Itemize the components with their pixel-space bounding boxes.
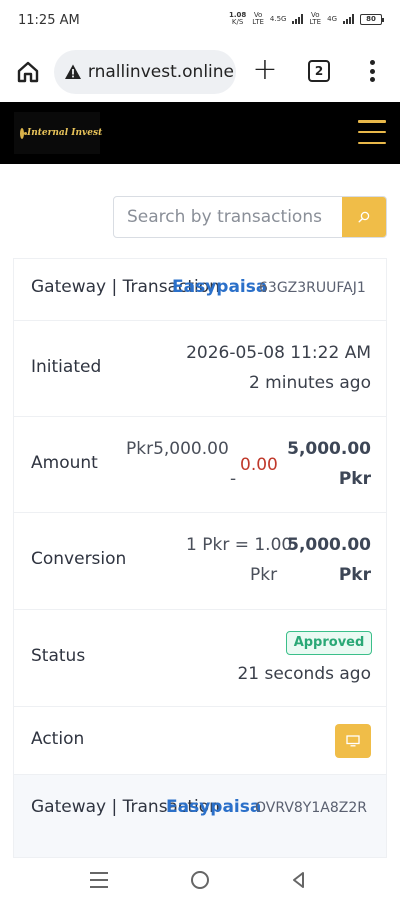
home-icon bbox=[17, 61, 39, 83]
table-row-gateway: Gateway | Transaction Easypaisa OVRV8Y1A… bbox=[14, 775, 386, 857]
signal-icon-2 bbox=[343, 14, 354, 24]
site-header: Internal Invest bbox=[0, 102, 400, 164]
conversion-final-value: 5,000.00 bbox=[287, 535, 371, 555]
status-badge: Approved bbox=[286, 631, 372, 655]
conversion-label: Conversion bbox=[31, 549, 127, 569]
search-button[interactable] bbox=[342, 197, 386, 237]
initiated-datetime: 2026-05-08 11:22 AM bbox=[186, 343, 371, 363]
table-row-amount: Amount Pkr5,000.00 0.00 - 5,000.00 Pkr bbox=[14, 417, 386, 513]
system-nav-bar bbox=[0, 858, 400, 902]
browser-menu-button[interactable] bbox=[362, 58, 382, 84]
menu-dot bbox=[369, 77, 375, 82]
search-input[interactable] bbox=[114, 197, 343, 237]
recent-apps-button[interactable] bbox=[90, 872, 108, 888]
action-label: Action bbox=[31, 729, 85, 749]
menu-dot bbox=[369, 60, 375, 65]
status-relative: 21 seconds ago bbox=[237, 664, 371, 684]
gateway-name: Easypaisa bbox=[166, 797, 262, 817]
view-details-button[interactable] bbox=[335, 724, 371, 758]
address-bar[interactable]: internallinvest.online bbox=[54, 50, 236, 94]
transaction-id: OVRV8Y1A8Z2R bbox=[255, 800, 367, 816]
warning-icon[interactable] bbox=[64, 63, 82, 81]
sim2-net: 4G bbox=[327, 14, 337, 23]
gateway-name: Easypaisa bbox=[172, 277, 268, 297]
transaction-id: 63GZ3RUUFAJ1 bbox=[259, 280, 366, 296]
back-icon[interactable] bbox=[290, 871, 308, 889]
table-row-gateway: Gateway | Transaction Easypaisa 63GZ3RUU… bbox=[14, 259, 386, 321]
amount-charge: 0.00 bbox=[240, 455, 278, 475]
table-row-conversion: Conversion 1 Pkr = 1.00 Pkr 5,000.00 Pkr bbox=[14, 513, 386, 610]
sim1-indicator: Vo LTE bbox=[252, 11, 264, 26]
logo-text: Internal Invest bbox=[27, 128, 103, 138]
transaction-table: Gateway | Transaction Easypaisa 63GZ3RUU… bbox=[13, 258, 387, 858]
transaction-search bbox=[113, 196, 387, 238]
conversion-rate-currency: Pkr bbox=[250, 565, 278, 585]
conversion-final-currency: Pkr bbox=[338, 565, 371, 585]
desktop-icon bbox=[346, 735, 360, 747]
status-bar: 11:25 AM 1.08 K/S Vo LTE 4.5G Vo LTE 4G … bbox=[0, 0, 400, 42]
signal-icon bbox=[292, 14, 304, 24]
new-tab-button[interactable]: + bbox=[250, 55, 280, 86]
table-row-action: Action bbox=[14, 707, 386, 775]
amount-label: Amount bbox=[31, 453, 98, 473]
net-speed: 1.08 K/S bbox=[228, 11, 247, 26]
search-icon bbox=[358, 211, 370, 223]
sim2-indicator: Vo LTE bbox=[309, 11, 322, 26]
table-row-status: Status Approved 21 seconds ago bbox=[14, 610, 386, 707]
status-time: 11:25 AM bbox=[18, 13, 80, 28]
amount-minus: - bbox=[230, 469, 237, 489]
status-label: Status bbox=[31, 646, 86, 666]
hamburger-menu-button[interactable] bbox=[358, 120, 386, 144]
battery-icon: 80 bbox=[360, 13, 384, 25]
logo-icon bbox=[20, 127, 27, 139]
initiated-relative: 2 minutes ago bbox=[248, 373, 371, 393]
table-row-initiated: Initiated 2026-05-08 11:22 AM 2 minutes … bbox=[14, 321, 386, 417]
conversion-rate: 1 Pkr = 1.00 bbox=[186, 535, 293, 555]
net-type: 4.5G bbox=[269, 14, 287, 23]
amount-total-currency: Pkr bbox=[338, 469, 371, 489]
amount-total-value: 5,000.00 bbox=[287, 439, 371, 459]
browser-home-button[interactable] bbox=[14, 58, 42, 86]
browser-toolbar: internallinvest.online + 2 bbox=[0, 42, 400, 102]
url-text[interactable]: internallinvest.online bbox=[88, 62, 234, 82]
status-icons: 1.08 K/S Vo LTE 4.5G Vo LTE 4G 80 bbox=[228, 11, 384, 26]
site-logo[interactable]: Internal Invest bbox=[14, 112, 103, 154]
system-home-button[interactable] bbox=[191, 871, 209, 889]
amount-base: Pkr5,000.00 bbox=[126, 439, 229, 459]
menu-dot bbox=[369, 68, 375, 74]
tab-switcher-button[interactable]: 2 bbox=[308, 60, 330, 82]
initiated-label: Initiated bbox=[31, 357, 102, 377]
